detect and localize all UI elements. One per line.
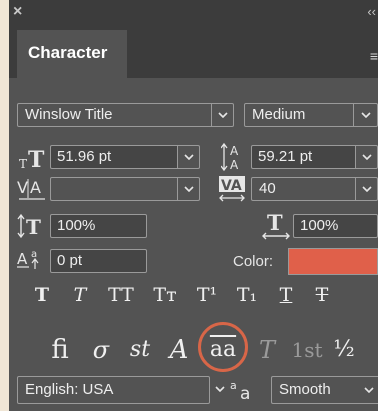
chevron-down-icon [217,112,228,118]
language-chevron-down-icon[interactable] [215,386,225,392]
faux-italic-button[interactable]: T [65,283,95,307]
leading-dropdown-button[interactable] [356,145,378,169]
superscript-button[interactable]: T¹ [189,283,225,307]
vertical-scale-icon: T [17,213,41,239]
kerning-dropdown-button[interactable] [178,177,200,201]
svg-text:V: V [17,178,28,197]
titling-alternates-highlight-ring [198,322,248,372]
anti-aliasing-value: Smooth [279,381,331,398]
svg-text:T: T [26,215,41,239]
leading-icon: A A [221,142,239,172]
close-icon[interactable]: × [13,3,22,21]
anti-aliasing-icon: a a [230,379,250,403]
svg-text:a: a [230,379,237,392]
chevron-down-icon [183,154,194,160]
chevron-down-icon [361,186,372,192]
ordinals-button[interactable]: 1st [287,330,327,370]
chevron-down-icon [183,186,194,192]
svg-text:T: T [267,210,283,235]
vertical-scale-field[interactable]: 100% [50,214,147,238]
font-style-dropdown-button[interactable] [354,103,378,127]
leading-field[interactable]: 59.21 pt [251,145,356,169]
horizontal-scale-icon: T [262,210,290,240]
underline-button[interactable]: T [271,283,301,307]
panel-title-bar: × ‹‹ [9,0,378,26]
collapse-icon[interactable]: ‹‹ [367,4,376,20]
tracking-select[interactable]: 40 [251,177,356,201]
fractions-button[interactable]: ½ [329,330,359,370]
standard-ligatures-button[interactable]: ﬁ [42,330,78,370]
svg-text:T: T [28,147,45,171]
baseline-shift-field[interactable]: 0 pt [50,249,147,273]
svg-text:T: T [19,157,27,171]
small-caps-button[interactable]: Tт [145,283,185,307]
text-color-swatch[interactable] [288,248,378,275]
color-label: Color: [233,253,274,270]
svg-text:a: a [240,384,250,403]
panel-menu-icon[interactable]: ≡ [370,49,378,63]
tracking-icon: VA [219,176,245,202]
faux-bold-button[interactable]: T [27,283,57,307]
font-style-select[interactable]: Medium [244,103,354,127]
swash-button[interactable]: st [122,330,158,370]
font-size-icon: T T [19,147,45,171]
kerning-icon: V A [17,178,45,200]
svg-text:A: A [17,250,28,268]
all-caps-button[interactable]: TT [101,283,141,307]
svg-text:VA: VA [221,178,242,194]
oldstyle-figures-button[interactable]: σ [84,330,118,370]
horizontal-scale-field[interactable]: 100% [293,214,378,238]
baseline-shift-icon: A a [17,249,39,269]
chevron-down-icon [361,154,372,160]
language-select[interactable]: English: USA [17,376,210,404]
svg-text:A: A [230,158,239,172]
font-size-field[interactable]: 51.96 pt [50,145,178,169]
language-value: English: USA [25,381,114,398]
chevron-down-icon [360,112,371,118]
subscript-button[interactable]: T₁ [229,283,265,307]
tracking-dropdown-button[interactable] [356,177,378,201]
font-family-dropdown-button[interactable] [212,103,234,127]
svg-text:A: A [30,178,41,197]
svg-text:a: a [31,249,37,260]
font-family-select[interactable]: Winslow Title [17,103,212,127]
character-panel: × ‹‹ Character ≡ Winslow Title Medium T … [9,0,378,411]
tab-character[interactable]: Character [17,30,127,78]
strikethrough-button[interactable]: T [307,283,337,307]
kerning-select[interactable] [50,177,178,201]
font-size-dropdown-button[interactable] [178,145,200,169]
chevron-down-icon [364,387,374,393]
svg-text:A: A [230,144,239,158]
contextual-alternates-button[interactable]: T [252,330,282,370]
stylistic-alternates-button[interactable]: A [162,330,196,370]
anti-aliasing-select[interactable]: Smooth [271,376,378,404]
